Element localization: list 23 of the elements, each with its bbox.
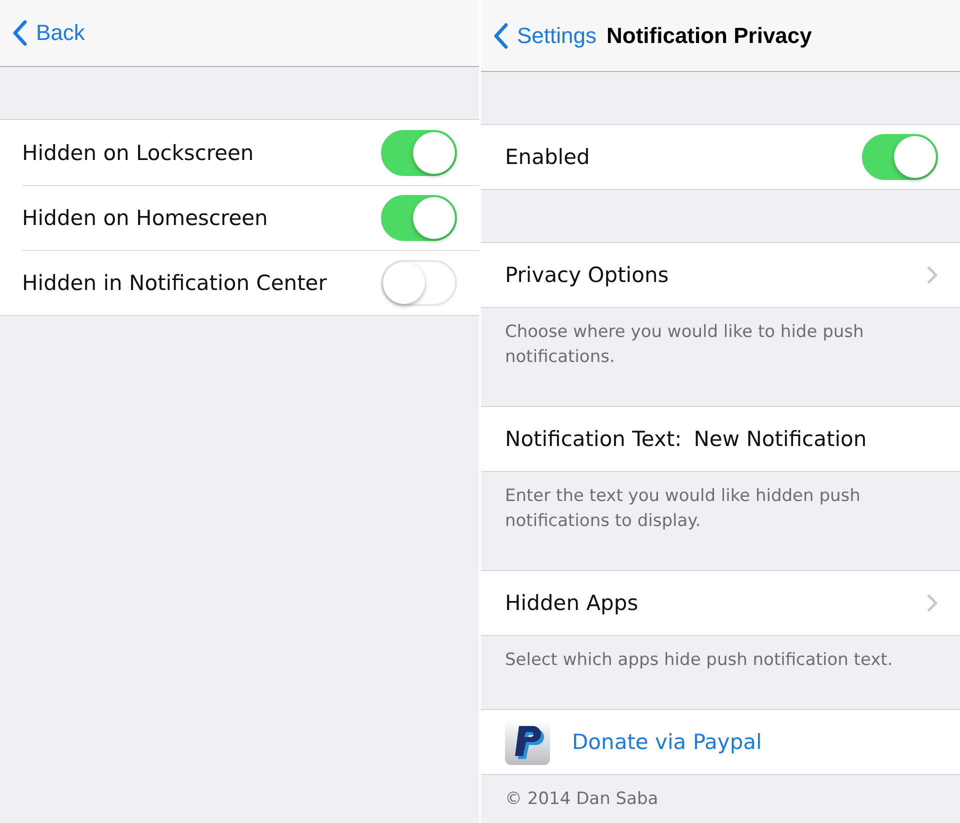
row-label: Notification Text: [505, 427, 682, 451]
screen-title: Notification Privacy [606, 22, 812, 48]
back-button[interactable]: Settings [493, 22, 596, 50]
row-label: Privacy Options [505, 263, 669, 287]
row-label: Enabled [505, 145, 590, 169]
back-button[interactable]: Back [12, 19, 85, 47]
footer-text: Enter the text you would like hidden push notifications to display. [505, 486, 860, 531]
row-value: New Notification [694, 427, 867, 451]
donate-link[interactable]: Donate via Paypal [572, 730, 762, 754]
footer-text: Choose where you would like to hide push notifications. [505, 322, 864, 367]
toggle-switch[interactable] [381, 195, 457, 241]
row-label: Hidden in Notification Center [22, 271, 327, 295]
chevron-icon [926, 265, 938, 285]
row-label: Hidden Apps [505, 591, 638, 615]
toggle-switch[interactable] [381, 130, 457, 176]
footer-text: Select which apps hide push notification text. [505, 650, 893, 670]
chevron-icon [926, 593, 938, 613]
row-label: Hidden on Lockscreen [22, 140, 254, 164]
toggle-switch[interactable] [862, 134, 938, 180]
row-label: Hidden on Homescreen [22, 206, 268, 230]
back-chevron-icon [493, 22, 509, 50]
footer-text: © 2014 Dan Saba [505, 789, 658, 809]
back-chevron-icon [12, 19, 28, 47]
